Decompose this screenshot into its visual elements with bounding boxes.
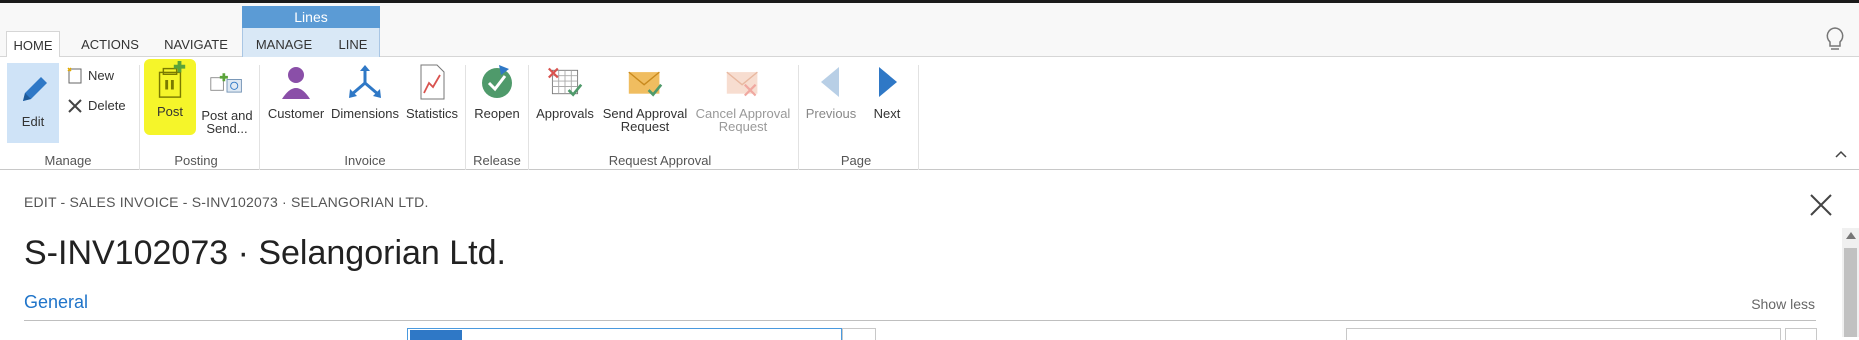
ribbon: Edit New Delete Manage Post Post and Sen…: [0, 57, 1859, 170]
ribbon-tab-row: Lines HOME ACTIONS NAVIGATE MANAGE LINE: [0, 3, 1859, 60]
dimensions-icon: [349, 65, 381, 98]
edit-button[interactable]: Edit: [7, 63, 59, 143]
tab-line[interactable]: LINE: [330, 31, 376, 59]
reopen-icon: [482, 65, 512, 98]
ribbon-separator: [528, 65, 529, 170]
pencil-icon: [23, 77, 47, 101]
statistics-button[interactable]: Statistics: [404, 63, 460, 143]
statistics-label: Statistics: [405, 106, 458, 121]
new-label: New: [88, 68, 115, 83]
group-label-posting: Posting: [174, 153, 218, 168]
next-arrow-icon: [879, 67, 897, 97]
send-approval-request-button[interactable]: Send Approval Request: [599, 63, 691, 143]
approvals-icon: [548, 67, 583, 97]
field-input[interactable]: [1346, 328, 1781, 340]
show-less-link[interactable]: Show less: [1751, 296, 1815, 312]
post-and-send-label-2: Send...: [206, 121, 248, 136]
approvals-label: Approvals: [536, 106, 594, 121]
section-general-header[interactable]: General: [24, 292, 88, 313]
group-label-release: Release: [473, 153, 521, 168]
post-icon: [158, 61, 186, 98]
previous-arrow-icon: [821, 67, 839, 97]
tab-home[interactable]: HOME: [6, 31, 60, 60]
delete-x-icon: [68, 99, 82, 113]
collapse-ribbon-chevron-icon[interactable]: [1834, 149, 1848, 159]
previous-label: Previous: [805, 106, 857, 121]
cancel-approval-request-button[interactable]: Cancel Approval Request: [693, 63, 793, 143]
page-content: EDIT - SALES INVOICE - S-INV102073 · SEL…: [0, 170, 1859, 340]
delete-button[interactable]: Delete: [66, 95, 130, 117]
customer-name-field[interactable]: [407, 328, 842, 340]
ribbon-separator: [798, 65, 799, 170]
group-label-invoice: Invoice: [344, 153, 386, 168]
next-label: Next: [873, 106, 901, 121]
ribbon-separator: [918, 65, 919, 170]
customer-person-icon: [282, 67, 310, 99]
send-approval-envelope-icon: [628, 71, 663, 97]
text-selection: [410, 330, 462, 340]
delete-label: Delete: [88, 98, 126, 113]
ribbon-separator: [465, 65, 466, 170]
tab-actions[interactable]: ACTIONS: [72, 31, 148, 59]
previous-button[interactable]: Previous: [803, 63, 859, 143]
ribbon-separator: [139, 65, 140, 170]
edit-label: Edit: [21, 114, 45, 129]
new-document-icon: [67, 67, 82, 84]
contextual-tab-header: Lines: [242, 6, 380, 28]
scroll-up-arrow-icon[interactable]: [1846, 232, 1856, 239]
group-label-page: Page: [840, 153, 872, 168]
customer-button[interactable]: Customer: [264, 63, 328, 143]
dimensions-label: Dimensions: [331, 106, 399, 121]
customer-label: Customer: [267, 106, 325, 121]
vertical-scrollbar[interactable]: [1842, 228, 1859, 337]
post-label: Post: [156, 104, 183, 119]
cancel-approval-label-2: Request: [718, 119, 768, 134]
group-label-request-approval: Request Approval: [608, 153, 712, 168]
next-button[interactable]: Next: [862, 63, 912, 143]
new-button[interactable]: New: [66, 65, 126, 87]
group-label-manage: Manage: [44, 153, 92, 168]
post-and-send-button[interactable]: Post and Send...: [199, 65, 255, 145]
reopen-label: Reopen: [474, 106, 520, 121]
statistics-chart-icon: [420, 64, 445, 100]
approvals-button[interactable]: Approvals: [533, 63, 597, 143]
lookup-button[interactable]: [1785, 328, 1817, 340]
ribbon-separator: [259, 65, 260, 170]
dimensions-button[interactable]: Dimensions: [330, 63, 400, 143]
close-icon[interactable]: [1808, 192, 1834, 218]
post-and-send-icon: [210, 73, 242, 93]
cancel-approval-envelope-icon: [726, 71, 758, 97]
reopen-button[interactable]: Reopen: [470, 63, 524, 143]
lookup-button[interactable]: [842, 328, 876, 340]
tab-navigate[interactable]: NAVIGATE: [160, 31, 232, 59]
tab-manage[interactable]: MANAGE: [248, 31, 320, 59]
lightbulb-icon[interactable]: [1822, 25, 1848, 53]
post-button[interactable]: Post: [144, 59, 196, 139]
scrollbar-thumb[interactable]: [1844, 248, 1857, 337]
send-approval-label-2: Request: [620, 119, 670, 134]
breadcrumb: EDIT - SALES INVOICE - S-INV102073 · SEL…: [24, 194, 429, 210]
page-title: S-INV102073 · Selangorian Ltd.: [24, 234, 506, 272]
section-divider: [24, 320, 1816, 321]
